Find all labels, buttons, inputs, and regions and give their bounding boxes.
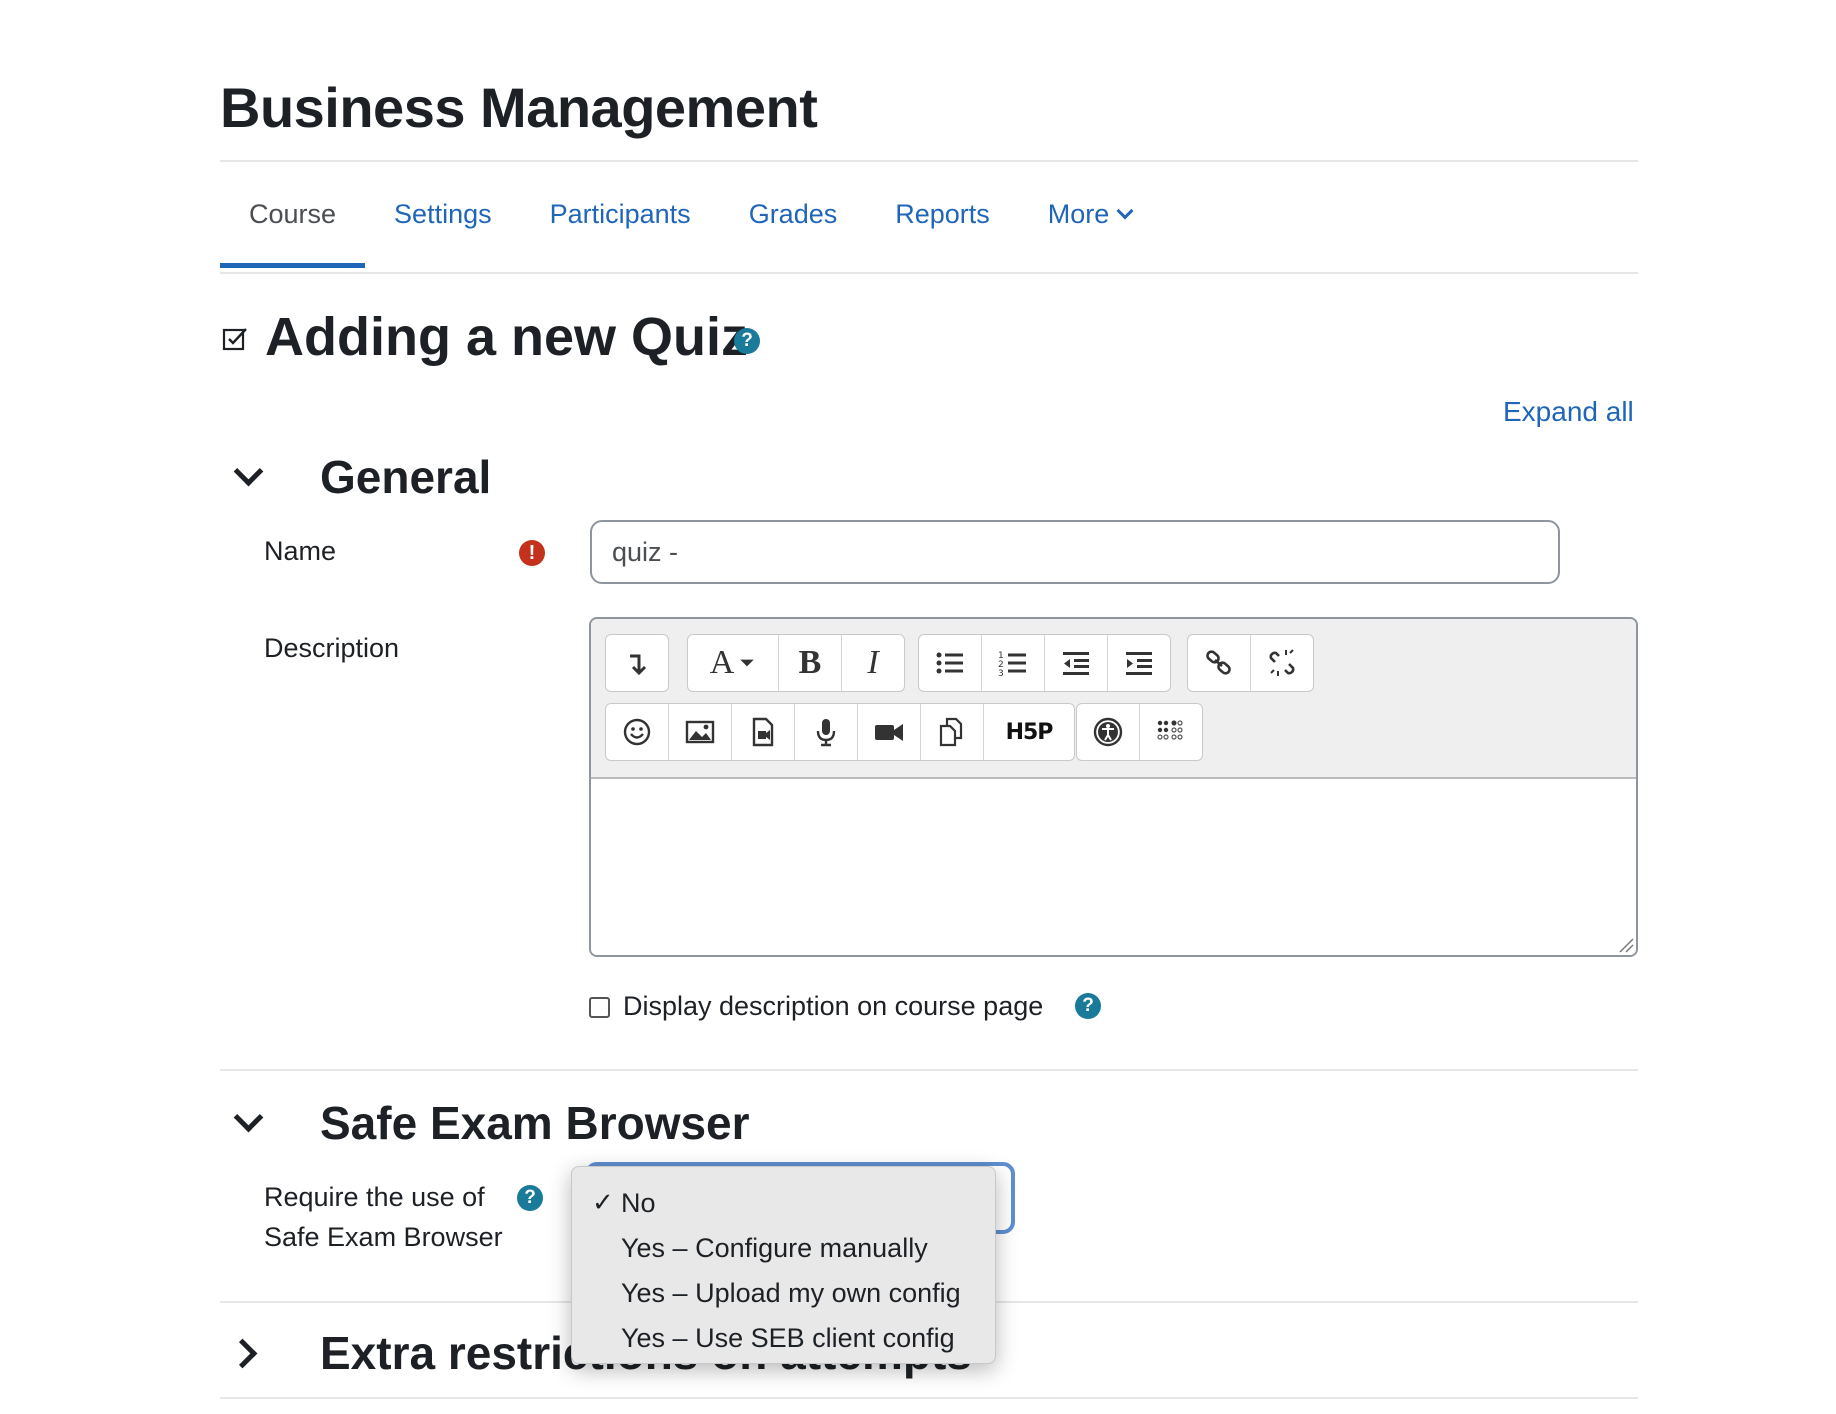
chevron-right-icon [230, 1333, 270, 1373]
emoji-icon[interactable] [606, 704, 669, 760]
option-label: Yes – Configure manually [621, 1233, 928, 1263]
display-description-checkbox[interactable] [589, 997, 610, 1018]
section-title: General [320, 451, 492, 503]
help-icon[interactable]: ? [734, 328, 760, 354]
h5p-icon[interactable]: H5P [984, 704, 1074, 760]
screenreader-helper-icon[interactable] [1140, 704, 1202, 760]
page-heading: Adding a new Quiz [265, 307, 748, 367]
resize-handle-icon[interactable] [1618, 937, 1634, 953]
link-icon[interactable] [1188, 635, 1251, 691]
chevron-down-icon [230, 1103, 270, 1143]
general-section-toggle[interactable]: General [230, 450, 491, 504]
require-seb-label-line2: Safe Exam Browser [264, 1222, 503, 1252]
help-icon[interactable]: ? [517, 1185, 543, 1211]
dropdown-option-upload-config[interactable]: Yes – Upload my own config [572, 1271, 995, 1316]
option-label: Yes – Use SEB client config [621, 1323, 955, 1353]
checkbox-square-icon [222, 326, 248, 352]
image-icon[interactable] [669, 704, 732, 760]
chevron-down-icon [230, 457, 270, 497]
font-style-icon[interactable]: A [688, 635, 779, 691]
require-seb-label-line1: Require the use of [264, 1182, 485, 1212]
section-divider [220, 1397, 1638, 1399]
toolbar-group-collapse [605, 634, 669, 692]
dropdown-option-no[interactable]: ✓ No [572, 1181, 995, 1226]
require-seb-dropdown: ✓ No Yes – Configure manually Yes – Uploa… [571, 1166, 996, 1364]
display-description-label: Display description on course page [623, 991, 1044, 1021]
toolbar-group-style: A B I [687, 634, 905, 692]
dropdown-option-client-config[interactable]: Yes – Use SEB client config [572, 1316, 995, 1361]
record-audio-icon[interactable] [795, 704, 858, 760]
seb-section-toggle[interactable]: Safe Exam Browser [230, 1096, 750, 1150]
collapse-icon[interactable] [606, 635, 668, 691]
record-video-icon[interactable] [858, 704, 921, 760]
tab-grades[interactable]: Grades [720, 164, 867, 268]
nav-divider [220, 272, 1638, 274]
tab-reports[interactable]: Reports [866, 164, 1019, 268]
dropdown-option-configure-manually[interactable]: Yes – Configure manually [572, 1226, 995, 1271]
name-input[interactable] [590, 520, 1560, 584]
course-title: Business Management [220, 76, 818, 139]
accessibility-checker-icon[interactable] [1077, 704, 1140, 760]
outdent-icon[interactable] [1045, 635, 1108, 691]
unlink-icon[interactable] [1251, 635, 1313, 691]
section-title: Safe Exam Browser [320, 1097, 750, 1149]
italic-icon[interactable]: I [842, 635, 904, 691]
toolbar-group-accessibility [1076, 703, 1203, 761]
tab-label: More [1047, 199, 1110, 229]
course-nav-tabs: Course Settings Participants Grades Repo… [220, 164, 1160, 274]
svg-text:3: 3 [998, 669, 1004, 679]
expand-all-link[interactable]: Expand all [1503, 396, 1634, 428]
editor-content-area[interactable] [591, 779, 1636, 955]
chevron-down-icon [1116, 202, 1134, 220]
unordered-list-icon[interactable] [919, 635, 982, 691]
section-divider [220, 1069, 1638, 1071]
header-divider [220, 160, 1638, 162]
toolbar-group-links [1187, 634, 1314, 692]
tab-label: Settings [394, 199, 492, 229]
option-label: Yes – Upload my own config [621, 1278, 961, 1308]
required-icon: ! [519, 540, 545, 566]
help-icon[interactable]: ? [1075, 993, 1101, 1019]
toolbar-group-lists: 123 [918, 634, 1171, 692]
manage-files-icon[interactable] [921, 704, 984, 760]
tab-label: Grades [748, 199, 838, 229]
name-label: Name [264, 536, 337, 566]
tab-participants[interactable]: Participants [521, 164, 720, 268]
tab-more[interactable]: More [1019, 164, 1161, 268]
description-editor: A B I 123 H5P [589, 617, 1638, 957]
option-label: No [621, 1188, 656, 1218]
tab-label: Reports [895, 199, 990, 229]
editor-toolbar: A B I 123 H5P [591, 619, 1636, 779]
ordered-list-icon[interactable]: 123 [982, 635, 1045, 691]
description-label: Description [264, 633, 400, 663]
toolbar-group-media: H5P [605, 703, 1075, 761]
indent-icon[interactable] [1108, 635, 1170, 691]
media-icon[interactable] [732, 704, 795, 760]
tab-label: Participants [549, 199, 691, 229]
checkmark-icon: ✓ [592, 1188, 614, 1218]
tab-label: Course [249, 199, 337, 229]
tab-course[interactable]: Course [220, 164, 366, 268]
h5p-label: H5P [1005, 719, 1054, 745]
bold-icon[interactable]: B [779, 635, 842, 691]
tab-settings[interactable]: Settings [365, 164, 521, 268]
